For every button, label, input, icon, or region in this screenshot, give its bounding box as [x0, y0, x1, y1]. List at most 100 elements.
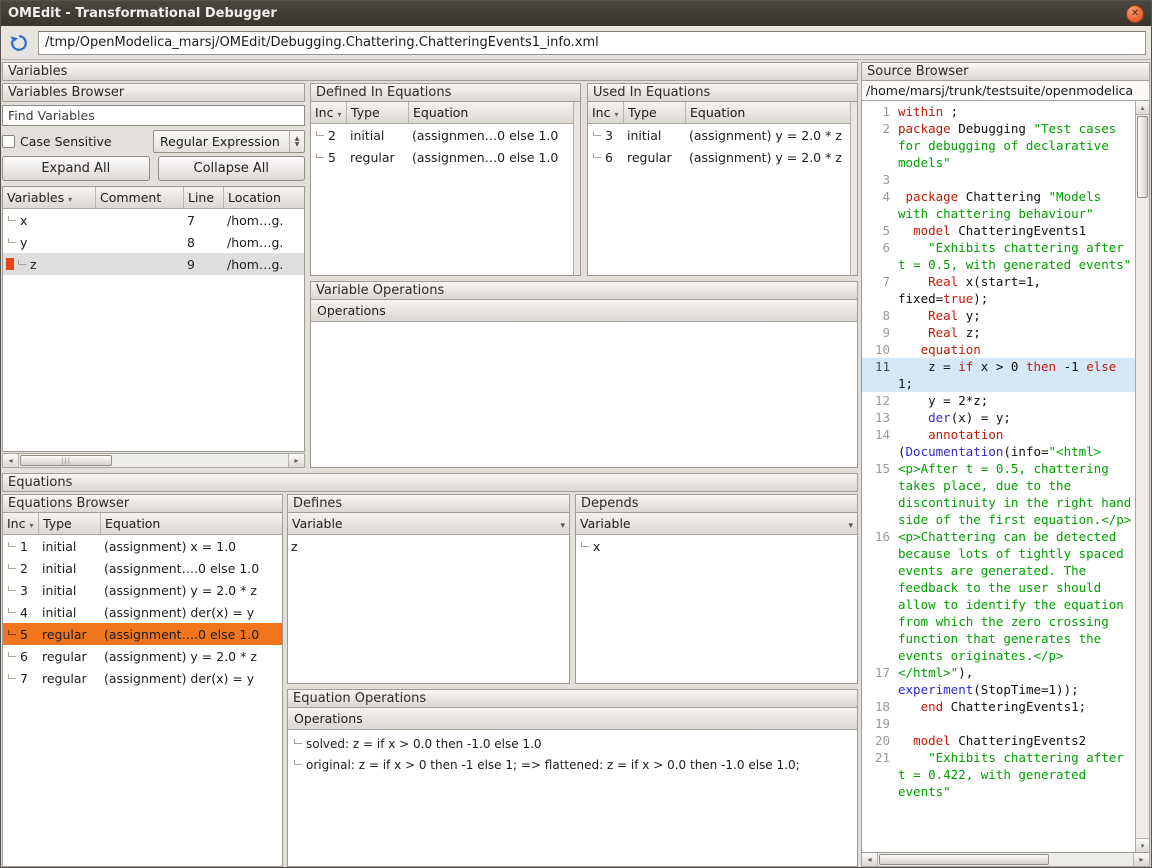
reload-transformations-button[interactable] [6, 30, 32, 56]
column-header-variable[interactable]: Variable [576, 513, 857, 534]
defined-in-row[interactable]: 2initial(assignmen…0 else 1.0 [311, 124, 573, 146]
column-header-inc[interactable]: Inc [311, 102, 347, 123]
code-text: Real z; [898, 324, 1135, 341]
scrollbar-thumb[interactable] [879, 854, 1049, 865]
line-number: 9 [862, 324, 898, 341]
tree-branch-icon [8, 630, 16, 635]
column-header-comment[interactable]: Comment [96, 187, 184, 208]
operation-row[interactable]: original: z = if x > 0 then -1 else 1; =… [288, 754, 857, 775]
match-mode-combobox[interactable]: Regular Expression [153, 130, 305, 153]
code-line: 12 y = 2*z; [862, 392, 1135, 409]
case-sensitive-label: Case Sensitive [20, 134, 112, 149]
code-lines[interactable]: 1within ;2package Debugging "Test cases … [862, 101, 1135, 852]
line-number: 2 [862, 120, 898, 171]
equation-operations-header: Equation Operations [287, 689, 858, 708]
scroll-up-icon[interactable] [1136, 101, 1149, 115]
depends-header: Depends [575, 494, 858, 513]
scroll-down-icon[interactable] [1136, 838, 1149, 852]
code-text: equation [898, 341, 1135, 358]
collapse-all-button[interactable]: Collapse All [158, 156, 306, 181]
main-content: Variables Variables Browser Case Sensiti… [1, 60, 1151, 867]
column-header-equation[interactable]: Equation [686, 102, 850, 123]
defines-row[interactable]: z [288, 535, 569, 557]
equation-row[interactable]: 1initial(assignment) x = 1.0 [3, 535, 282, 557]
variable-row[interactable]: y8/hom…g. [3, 231, 304, 253]
find-variables-input[interactable] [2, 105, 305, 126]
code-line: 11 z = if x > 0 then -1 else 1; [862, 358, 1135, 392]
column-header-type[interactable]: Type [347, 102, 409, 123]
used-in-row[interactable]: 6regular(assignment) y = 2.0 * z [588, 146, 850, 168]
equation-type: regular [347, 148, 409, 167]
variable-name: x [593, 539, 600, 554]
spinner-arrows-icon[interactable] [289, 131, 304, 152]
operation-row[interactable]: solved: z = if x > 0.0 then -1.0 else 1.… [288, 733, 857, 754]
file-path-input[interactable] [38, 31, 1146, 55]
equation-text: (assignmen…0 else 1.0 [409, 148, 573, 167]
column-header-type[interactable]: Type [624, 102, 686, 123]
case-sensitive-checkbox[interactable] [2, 135, 15, 148]
used-in-row[interactable]: 3initial(assignment) y = 2.0 * z [588, 124, 850, 146]
dropdown-arrow-icon[interactable] [848, 516, 853, 531]
equation-row[interactable]: 3initial(assignment) y = 2.0 * z [3, 579, 282, 601]
column-header-variable[interactable]: Variable [288, 513, 569, 534]
variable-line: 9 [184, 255, 224, 274]
code-text: package Debugging "Test cases for debugg… [898, 120, 1135, 171]
equation-row[interactable]: 2initial(assignment….0 else 1.0 [3, 557, 282, 579]
column-header-type[interactable]: Type [39, 513, 101, 534]
column-header-variables[interactable]: Variables [3, 187, 96, 208]
used-in-vscrollbar[interactable] [850, 102, 857, 275]
depends-row[interactable]: x [576, 535, 857, 557]
column-header-location[interactable]: Location [224, 187, 304, 208]
equations-browser-pane: Equations Browser Inc Type Equation [2, 494, 283, 867]
equations-section: Equations Equations Browser Inc [2, 473, 858, 867]
equation-index: 1 [20, 539, 28, 554]
column-header-inc[interactable]: Inc [3, 513, 39, 534]
column-header-equation[interactable]: Equation [101, 513, 282, 534]
equation-row[interactable]: 7regular(assignment) der(x) = y [3, 667, 282, 689]
code-text: z = if x > 0 then -1 else 1; [898, 358, 1135, 392]
scroll-right-icon[interactable] [288, 454, 304, 467]
column-header-line[interactable]: Line [184, 187, 224, 208]
code-text: package Chattering "Models with chatteri… [898, 188, 1135, 222]
variable-row[interactable]: z9/hom…g. [3, 253, 304, 275]
column-header-equation[interactable]: Equation [409, 102, 573, 123]
code-line: 9 Real z; [862, 324, 1135, 341]
window-title: OMEdit - Transformational Debugger [8, 6, 277, 21]
code-text: </html>"), experiment(StopTime=1)); [898, 664, 1135, 698]
line-number: 4 [862, 188, 898, 222]
equations-table-header: Inc Type Equation [3, 513, 282, 535]
column-header-inc[interactable]: Inc [588, 102, 624, 123]
variables-hscrollbar[interactable] [2, 453, 305, 468]
code-text: y = 2*z; [898, 392, 1135, 409]
variable-row[interactable]: x7/hom…g. [3, 209, 304, 231]
defined-in-vscrollbar[interactable] [573, 102, 580, 275]
tree-branch-icon [593, 131, 601, 136]
defines-header: Defines [287, 494, 570, 513]
depends-pane: Depends Variable x [575, 494, 858, 684]
source-hscrollbar[interactable] [861, 853, 1150, 867]
source-vscrollbar[interactable] [1135, 101, 1149, 852]
line-number: 3 [862, 171, 898, 188]
expand-all-button[interactable]: Expand All [2, 156, 150, 181]
source-code-view[interactable]: 1within ;2package Debugging "Test cases … [861, 101, 1150, 853]
defined-in-table-header: Inc Type Equation [311, 102, 573, 124]
scrollbar-thumb[interactable] [1137, 116, 1148, 198]
equation-type: initial [347, 126, 409, 145]
line-number: 19 [862, 715, 898, 732]
scroll-left-icon[interactable] [3, 454, 19, 467]
close-icon[interactable]: ✕ [1126, 5, 1144, 23]
equation-index: 6 [605, 150, 613, 165]
equation-text: (assignment) y = 2.0 * z [686, 148, 850, 167]
scroll-left-icon[interactable] [862, 853, 878, 866]
defined-in-row[interactable]: 5regular(assignmen…0 else 1.0 [311, 146, 573, 168]
code-line: 7 Real x(start=1, fixed=true); [862, 273, 1135, 307]
scroll-right-icon[interactable] [1133, 853, 1149, 866]
equation-row[interactable]: 6regular(assignment) y = 2.0 * z [3, 645, 282, 667]
equations-right-pane: Defines Variable z [287, 494, 858, 867]
dropdown-arrow-icon[interactable] [560, 516, 565, 531]
scrollbar-thumb[interactable] [20, 455, 112, 466]
equation-row[interactable]: 5regular(assignment….0 else 1.0 [3, 623, 282, 645]
sort-icon [333, 105, 341, 120]
equation-row[interactable]: 4initial(assignment) der(x) = y [3, 601, 282, 623]
defines-depends-row: Defines Variable z [287, 494, 858, 684]
